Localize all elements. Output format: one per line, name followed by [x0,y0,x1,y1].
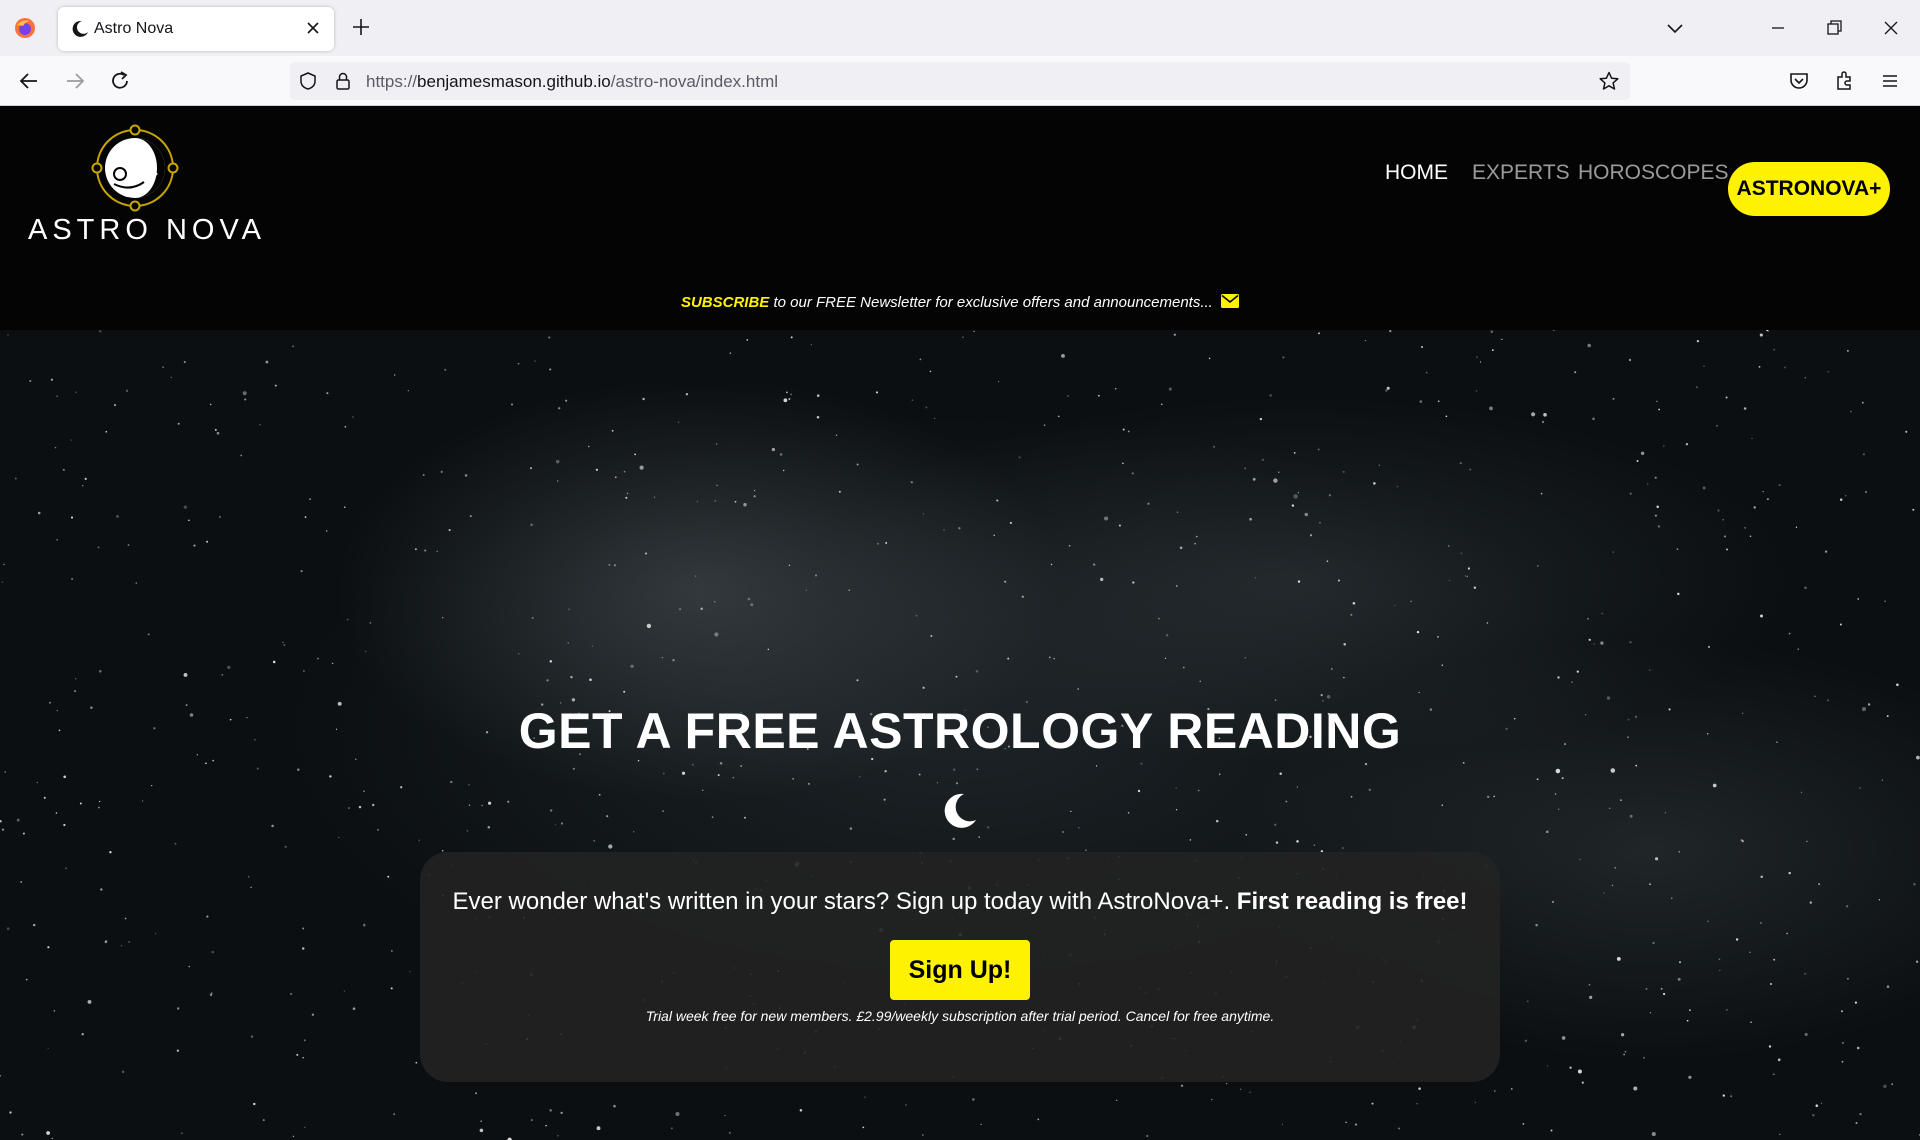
hero-title: GET A FREE ASTROLOGY READING [518,703,1402,759]
moon-favicon-icon [72,20,88,37]
trial-fine-print: Trial week free for new members. £2.99/w… [645,1008,1275,1024]
newsletter-banner[interactable]: SUBSCRIBE to our FREE Newsletter for exc… [0,294,1920,311]
forward-arrow-icon[interactable] [62,68,88,94]
new-tab-icon[interactable] [350,16,372,38]
url-text[interactable]: https://benjamesmason.github.io/astro-no… [366,72,778,92]
crescent-moon-icon [944,793,976,828]
nav-home-link[interactable]: HOME [1385,161,1448,185]
url-path: /astro-nova/index.html [610,72,779,91]
hamburger-menu-icon[interactable] [1877,68,1903,94]
signup-card-text: Ever wonder what's written in your stars… [420,888,1500,916]
extensions-icon[interactable] [1832,68,1858,94]
signup-pitch-bold: First reading is free! [1236,888,1468,915]
lock-icon[interactable] [333,71,353,91]
shield-icon[interactable] [298,71,318,91]
bookmark-star-icon[interactable] [1598,70,1620,92]
subscribe-link[interactable]: SUBSCRIBE [681,294,769,311]
signup-card: Ever wonder what's written in your stars… [420,852,1500,1082]
close-tab-icon[interactable] [304,19,322,37]
url-host: benjamesmason.github.io [417,72,611,91]
brand-wordmark[interactable]: ASTRO NOVA [28,214,266,247]
envelope-icon[interactable] [1221,294,1240,308]
url-scheme: https:// [366,72,418,91]
reload-icon[interactable] [107,68,133,94]
close-window-icon[interactable] [1877,14,1905,42]
nav-horoscopes-link[interactable]: HOROSCOPES [1578,161,1729,185]
signup-pitch: Ever wonder what's written in your stars… [452,888,1237,915]
restore-icon[interactable] [1820,14,1848,42]
tab-title: Astro Nova [94,20,174,37]
site-header: ASTRO NOVA HOME EXPERTS HOROSCOPES ASTRO… [0,106,1920,330]
minimize-icon[interactable] [1764,14,1792,42]
browser-tab-bar: Astro Nova [0,0,1920,56]
address-bar[interactable]: https://benjamesmason.github.io/astro-no… [290,62,1630,100]
astro-nova-logo-icon[interactable] [90,122,180,212]
newsletter-text: to our FREE Newsletter for exclusive off… [769,294,1218,311]
browser-nav-bar: https://benjamesmason.github.io/astro-no… [0,56,1920,106]
chevron-down-icon[interactable] [1663,16,1687,40]
astronova-plus-button[interactable]: ASTRONOVA+ [1728,162,1890,216]
sign-up-button[interactable]: Sign Up! [890,940,1030,1000]
firefox-icon[interactable] [14,17,36,39]
back-arrow-icon[interactable] [16,68,42,94]
pocket-icon[interactable] [1786,68,1812,94]
hero-section: GET A FREE ASTROLOGY READING Ever wonder… [0,330,1920,1140]
nav-experts-link[interactable]: EXPERTS [1472,161,1570,185]
active-tab[interactable]: Astro Nova [58,7,334,51]
